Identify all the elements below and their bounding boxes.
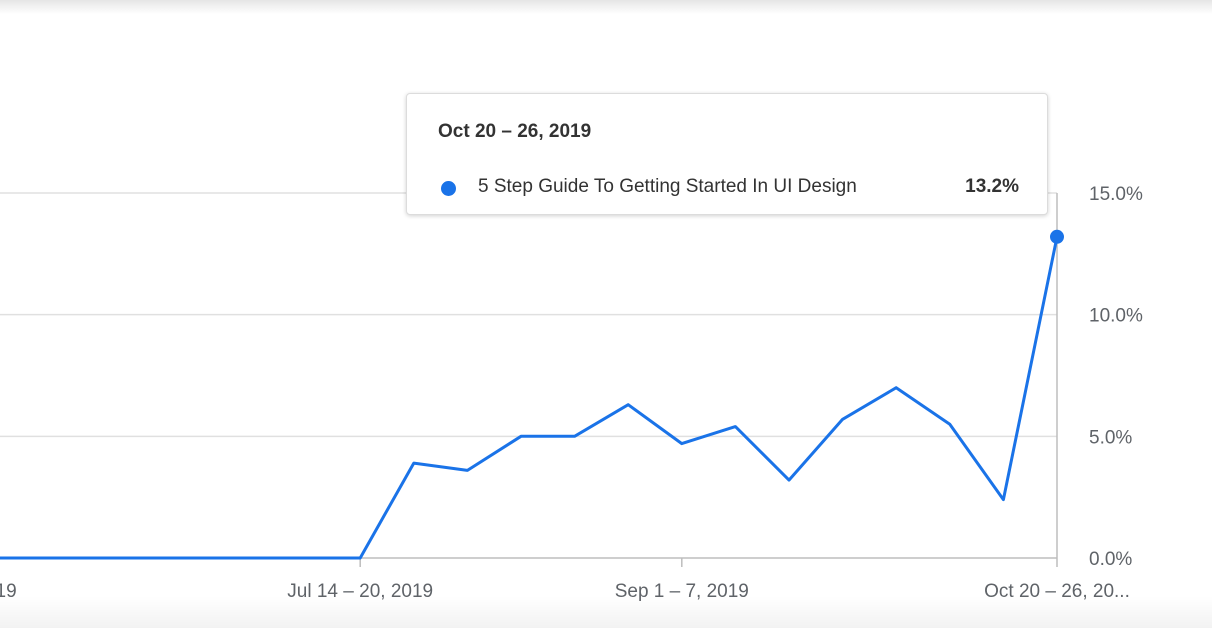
x-tick-label: Jul 14 – 20, 2019 xyxy=(287,581,433,602)
data-point xyxy=(305,556,309,560)
series-layer xyxy=(0,229,1064,560)
data-point xyxy=(90,556,94,560)
data-point xyxy=(1001,498,1005,502)
data-point xyxy=(733,425,737,429)
chart-tooltip: Oct 20 – 26, 2019 5 Step Guide To Gettin… xyxy=(406,93,1048,215)
y-tick-label: 5.0% xyxy=(1089,427,1132,448)
data-point xyxy=(465,468,469,472)
highlighted-point xyxy=(1050,229,1064,244)
data-point xyxy=(894,386,898,390)
data-point xyxy=(519,434,523,438)
y-tick-label: 10.0% xyxy=(1089,306,1143,327)
data-point xyxy=(680,442,684,446)
tooltip-series-row: 5 Step Guide To Getting Started In UI De… xyxy=(441,176,1019,200)
tooltip-date: Oct 20 – 26, 2019 xyxy=(438,121,592,142)
data-point xyxy=(144,556,148,560)
data-point xyxy=(251,556,255,560)
data-point xyxy=(787,478,791,482)
y-tick-label: 15.0% xyxy=(1089,184,1143,205)
data-point xyxy=(841,417,845,421)
x-tick-label: Oct 20 – 26, 20... xyxy=(984,581,1130,602)
x-tick-label: 1, 2019 xyxy=(0,581,17,602)
x-axis-labels: 1, 2019 Jul 14 – 20, 2019 Sep 1 – 7, 2019 O… xyxy=(0,581,1130,602)
tooltip-series-name: 5 Step Guide To Getting Started In UI De… xyxy=(478,176,857,197)
data-point xyxy=(358,556,362,560)
series-dot-icon xyxy=(441,181,456,196)
series-line xyxy=(0,235,1059,560)
data-point xyxy=(37,556,41,560)
x-tick-label: Sep 1 – 7, 2019 xyxy=(615,581,749,602)
chart-panel: 0.0% 5.0% 10.0% 15.0% 1, 2019 Jul 14 – 20, 2… xyxy=(0,0,1212,628)
data-point xyxy=(626,403,630,407)
data-point xyxy=(948,422,952,426)
y-axis-labels: 0.0% 5.0% 10.0% 15.0% xyxy=(1089,184,1143,570)
grid-lines xyxy=(0,192,1057,438)
axes xyxy=(0,193,1058,567)
y-tick-label: 0.0% xyxy=(1089,549,1132,570)
data-point xyxy=(197,556,201,560)
data-point xyxy=(412,461,416,465)
data-point xyxy=(573,434,577,438)
tooltip-value: 13.2% xyxy=(965,176,1019,197)
